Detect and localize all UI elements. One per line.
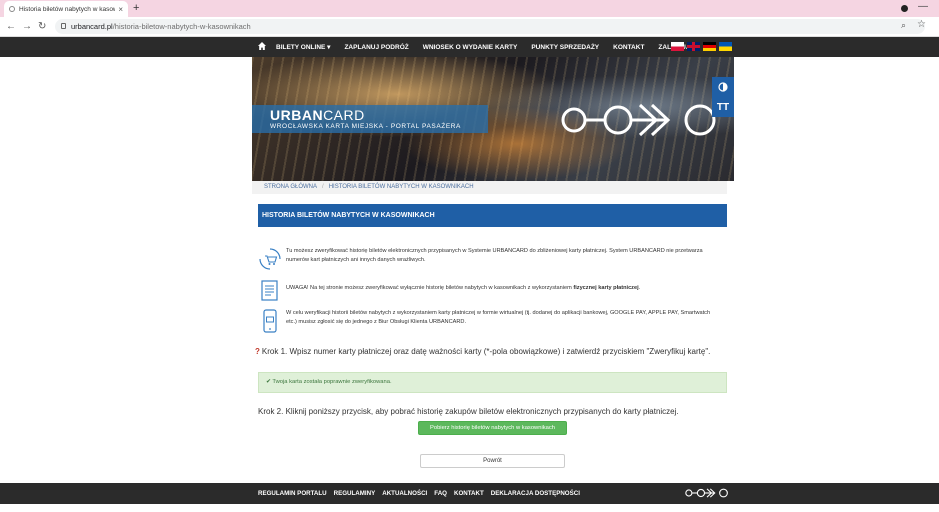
footer-logo-icon xyxy=(685,488,728,498)
info-text-virtual-card: W celu weryfikacji historii biletów naby… xyxy=(286,310,711,325)
footer-link-regulaminy[interactable]: REGULAMINY xyxy=(334,490,376,497)
step2-instruction: Krok 2. Kliknij poniższy przycisk, aby p… xyxy=(258,407,679,416)
menu-item-zaplanuj-podroz[interactable]: ZAPLANUJ PODRÓŻ xyxy=(344,44,408,51)
step1-text: Krok 1. Wpisz numer karty płatniczej ora… xyxy=(261,347,711,356)
header-banner: URBANCARD WROCŁAWSKA KARTA MIEJSKA - POR… xyxy=(252,57,734,181)
footer-links: REGULAMIN PORTALU REGULAMINY AKTUALNOŚCI… xyxy=(258,483,587,504)
globe-icon xyxy=(9,6,15,12)
flag-ua-icon[interactable] xyxy=(719,42,732,51)
main-menu: BILETY ONLINE ▾ ZAPLANUJ PODRÓŻ WNIOSEK … xyxy=(276,37,703,57)
contrast-toggle-button[interactable] xyxy=(712,77,734,97)
browser-tab-bar: Historia biletów nabytych w kasow × + — xyxy=(0,0,939,17)
info-text-verify: Tu możesz zweryfikować historię biletów … xyxy=(286,248,703,263)
footer-link-regulamin-portalu[interactable]: REGULAMIN PORTALU xyxy=(258,490,327,497)
browser-tab[interactable]: Historia biletów nabytych w kasow × xyxy=(4,1,128,17)
help-icon[interactable]: ? xyxy=(255,347,260,356)
record-icon[interactable] xyxy=(901,5,908,12)
document-icon xyxy=(261,280,278,301)
bookmark-star-icon[interactable]: ☆ xyxy=(917,19,926,30)
info-text-warning: UWAGA! Na tej stronie możesz zweryfikowa… xyxy=(286,285,641,291)
font-size-button[interactable]: TT xyxy=(712,97,734,117)
browser-address-bar: ← → ↻ urbancard.pl/historia-biletow-naby… xyxy=(0,17,939,37)
site-footer: REGULAMIN PORTALU REGULAMINY AKTUALNOŚCI… xyxy=(0,483,939,504)
new-tab-button[interactable]: + xyxy=(133,2,139,14)
flag-pl-icon[interactable] xyxy=(671,42,684,51)
browser-tab-title: Historia biletów nabytych w kasow xyxy=(19,5,116,13)
reload-icon[interactable]: ↻ xyxy=(38,20,46,33)
lock-icon xyxy=(61,23,66,29)
back-arrow-icon[interactable]: ← xyxy=(6,20,16,33)
brand-subtitle: WROCŁAWSKA KARTA MIEJSKA - PORTAL PASAŻE… xyxy=(270,123,461,130)
footer-link-kontakt[interactable]: KONTAKT xyxy=(454,490,484,497)
url-host: urbancard.pl xyxy=(71,22,113,31)
flag-en-icon[interactable] xyxy=(687,42,700,51)
menu-item-kontakt[interactable]: KONTAKT xyxy=(613,44,644,51)
success-alert: ✔ Twoja karta została poprawnie zweryfik… xyxy=(258,372,727,393)
zoom-icon[interactable]: ⌕ xyxy=(901,20,906,31)
back-button[interactable]: Powrót xyxy=(420,454,565,468)
phone-card-icon xyxy=(263,309,277,333)
menu-item-wniosek[interactable]: WNIOSEK O WYDANIE KARTY xyxy=(423,44,518,51)
step1-instruction: ? Krok 1. Wpisz numer karty płatniczej or… xyxy=(255,347,710,356)
cart-refresh-icon xyxy=(259,248,281,270)
forward-arrow-icon[interactable]: → xyxy=(22,20,32,33)
page-title: HISTORIA BILETÓW NABYTYCH W KASOWNIKACH xyxy=(258,204,727,227)
brand-name: URBANCARD xyxy=(270,107,365,123)
download-history-button[interactable]: Pobierz historię biletów nabytych w kaso… xyxy=(418,421,567,435)
footer-link-deklaracja[interactable]: DEKLARACJA DOSTĘPNOŚCI xyxy=(491,490,580,497)
menu-item-bilety-online[interactable]: BILETY ONLINE ▾ xyxy=(276,43,330,51)
url-path: /historia-biletow-nabytych-w-kasownikach xyxy=(112,22,251,31)
contrast-icon xyxy=(718,82,728,92)
footer-link-aktualnosci[interactable]: AKTUALNOŚCI xyxy=(382,490,427,497)
breadcrumb: STRONA GŁÓWNA / HISTORIA BILETÓW NABYTYCH … xyxy=(252,181,727,194)
close-tab-icon[interactable]: × xyxy=(118,5,123,14)
minimize-button[interactable]: — xyxy=(918,1,928,13)
breadcrumb-current: HISTORIA BILETÓW NABYTYCH W KASOWNIKACH xyxy=(328,184,474,190)
home-icon[interactable] xyxy=(258,42,266,50)
menu-item-punkty-sprzedazy[interactable]: PUNKTY SPRZEDAŻY xyxy=(531,44,599,51)
success-text: Twoja karta została poprawnie zweryfikow… xyxy=(272,379,392,385)
check-icon: ✔ xyxy=(266,379,271,385)
site-top-nav: BILETY ONLINE ▾ ZAPLANUJ PODRÓŻ WNIOSEK … xyxy=(0,37,939,57)
urbancard-logo-icon xyxy=(561,103,716,137)
language-switcher xyxy=(671,42,735,51)
url-field[interactable]: urbancard.pl/historia-biletow-nabytych-w… xyxy=(55,19,925,34)
footer-link-faq[interactable]: FAQ xyxy=(434,490,447,497)
breadcrumb-home-link[interactable]: STRONA GŁÓWNA xyxy=(264,184,317,190)
breadcrumb-separator: / xyxy=(322,184,324,190)
flag-de-icon[interactable] xyxy=(703,42,716,51)
